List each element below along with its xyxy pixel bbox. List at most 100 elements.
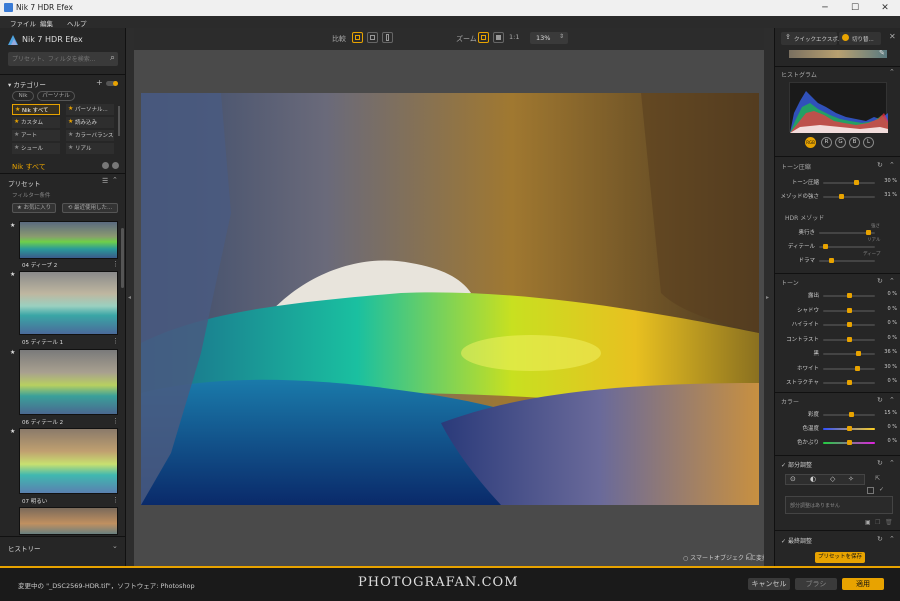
compare-side-button[interactable]: [382, 32, 393, 43]
preset-thumbnail[interactable]: [19, 271, 118, 335]
pin-icon[interactable]: ✎: [879, 49, 885, 57]
category-art[interactable]: ★ アート: [12, 130, 60, 141]
slider-track[interactable]: [823, 351, 875, 356]
slider-track[interactable]: [819, 244, 875, 249]
menu-help[interactable]: ヘルプ: [67, 18, 87, 28]
collapse-icon[interactable]: ⌃: [889, 459, 895, 467]
copy-icon[interactable]: ❐: [875, 519, 880, 526]
reset-icon[interactable]: ↻: [877, 535, 883, 543]
category-custom[interactable]: ★ カスタム: [12, 117, 60, 128]
category-import[interactable]: ★ 読み込み: [66, 117, 114, 128]
clear-icon[interactable]: [112, 162, 119, 169]
left-splitter[interactable]: ◂: [126, 28, 134, 566]
collapse-icon[interactable]: ⌃: [889, 161, 895, 169]
reset-icon[interactable]: ↻: [877, 459, 883, 467]
smart-object-toggle[interactable]: ○ スマートオブジェクトに変換: [683, 553, 768, 562]
slider-track[interactable]: [823, 380, 875, 385]
fit-zoom-button[interactable]: [478, 32, 489, 43]
category-nik-all[interactable]: ★ Nik すべて: [12, 104, 60, 115]
brush-icon[interactable]: ◐: [810, 475, 816, 483]
slider-thumb[interactable]: [856, 351, 861, 356]
slider-track[interactable]: [823, 194, 875, 199]
slider-thumb[interactable]: [839, 194, 844, 199]
collapse-icon[interactable]: ⌃: [889, 396, 895, 404]
preset-thumbnail[interactable]: [19, 221, 118, 259]
slider-thumb[interactable]: [847, 293, 852, 298]
reset-icon[interactable]: ↻: [877, 161, 883, 169]
slider-thumb[interactable]: [823, 244, 828, 249]
chevron-right-icon[interactable]: ▸: [766, 294, 769, 301]
slider-thumb[interactable]: [847, 440, 852, 445]
preset-thumbnail[interactable]: [19, 349, 118, 415]
apply-button[interactable]: 適用: [842, 578, 884, 590]
chevron-down-icon[interactable]: ⌄: [112, 542, 118, 550]
compare-split-button[interactable]: [367, 32, 378, 43]
final-adjust-header[interactable]: ✓ 最終調整: [781, 536, 812, 545]
quick-export-button[interactable]: ⇪ クイックエクスポ...: [781, 32, 843, 45]
category-header[interactable]: ▾ カテゴリー: [8, 79, 46, 89]
slider-thumb[interactable]: [829, 258, 834, 263]
slider-thumb[interactable]: [854, 180, 859, 185]
menu-file[interactable]: ファイル: [10, 18, 36, 28]
pill-personal[interactable]: パーソナル: [37, 91, 75, 101]
reset-icon[interactable]: ↻: [877, 277, 883, 285]
slider-track[interactable]: [823, 293, 875, 298]
tone-compression-header[interactable]: トーン圧縮: [781, 162, 811, 171]
slider-track[interactable]: [823, 322, 875, 327]
help-icon[interactable]: [746, 553, 753, 560]
maximize-button[interactable]: ☐: [840, 0, 870, 16]
close-button[interactable]: ✕: [870, 0, 900, 16]
collapse-icon[interactable]: ⌃: [112, 176, 118, 184]
star-icon[interactable]: ★: [10, 349, 15, 356]
collapse-icon[interactable]: ⌃: [889, 535, 895, 543]
more-icon[interactable]: ⋮: [112, 260, 119, 268]
check-icon[interactable]: ✓: [879, 486, 884, 493]
search-input[interactable]: [12, 54, 102, 64]
mask-view-icon[interactable]: ▣: [865, 519, 871, 526]
add-category-icon[interactable]: +: [96, 78, 103, 87]
slider-thumb[interactable]: [855, 365, 860, 371]
channel-g-button[interactable]: G: [835, 137, 846, 148]
slider-track[interactable]: [819, 258, 875, 263]
compare-single-button[interactable]: [352, 32, 363, 43]
collapse-icon[interactable]: ⌃: [889, 68, 895, 76]
lasso-icon[interactable]: ◇: [830, 475, 835, 483]
info-icon[interactable]: [102, 162, 109, 169]
slider-thumb[interactable]: [847, 307, 852, 313]
slider-thumb[interactable]: [847, 322, 852, 327]
slider-track[interactable]: [823, 440, 875, 445]
history-header[interactable]: ヒストリー: [8, 543, 41, 553]
local-adjust-header[interactable]: ✓ 部分調整: [781, 460, 812, 469]
slider-track[interactable]: [823, 307, 875, 313]
collapse-icon[interactable]: ⌃: [889, 277, 895, 285]
slider-track[interactable]: [823, 180, 875, 185]
menu-edit[interactable]: 編集: [40, 18, 53, 28]
category-real[interactable]: ★ リアル: [66, 143, 114, 154]
delete-icon[interactable]: 🗑: [885, 519, 893, 526]
right-splitter[interactable]: ▸: [764, 28, 774, 566]
list-view-icon[interactable]: ☰: [102, 177, 108, 185]
channel-b-button[interactable]: B: [849, 137, 860, 148]
cancel-button[interactable]: キャンセル: [748, 578, 790, 590]
star-icon[interactable]: ★: [10, 271, 15, 278]
preset-header[interactable]: プリセット: [8, 178, 41, 188]
histogram-header[interactable]: ヒストグラム: [781, 70, 817, 79]
zoom-1-1-button[interactable]: 1:1: [509, 33, 519, 41]
star-icon[interactable]: ★: [10, 222, 15, 229]
more-icon[interactable]: ⋮: [112, 496, 119, 504]
slider-track[interactable]: [823, 336, 875, 342]
close-panel-icon[interactable]: ✕: [889, 32, 896, 41]
expand-icon[interactable]: ⇱: [875, 475, 880, 482]
slider-thumb[interactable]: [847, 336, 852, 342]
slider-thumb[interactable]: [847, 380, 852, 385]
save-preset-button[interactable]: プリセットを保存: [815, 552, 865, 563]
preset-thumbnail[interactable]: [19, 507, 118, 535]
slider-track[interactable]: [823, 426, 875, 431]
more-icon[interactable]: ⋮: [112, 337, 119, 345]
switch-button[interactable]: 切り替...: [839, 32, 881, 45]
preset-scrollbar[interactable]: [121, 228, 124, 288]
category-toggle[interactable]: [106, 81, 118, 86]
slider-thumb[interactable]: [866, 230, 871, 235]
brush-button[interactable]: ブラシ: [795, 578, 837, 590]
control-point-icon[interactable]: ⊙: [790, 475, 796, 483]
